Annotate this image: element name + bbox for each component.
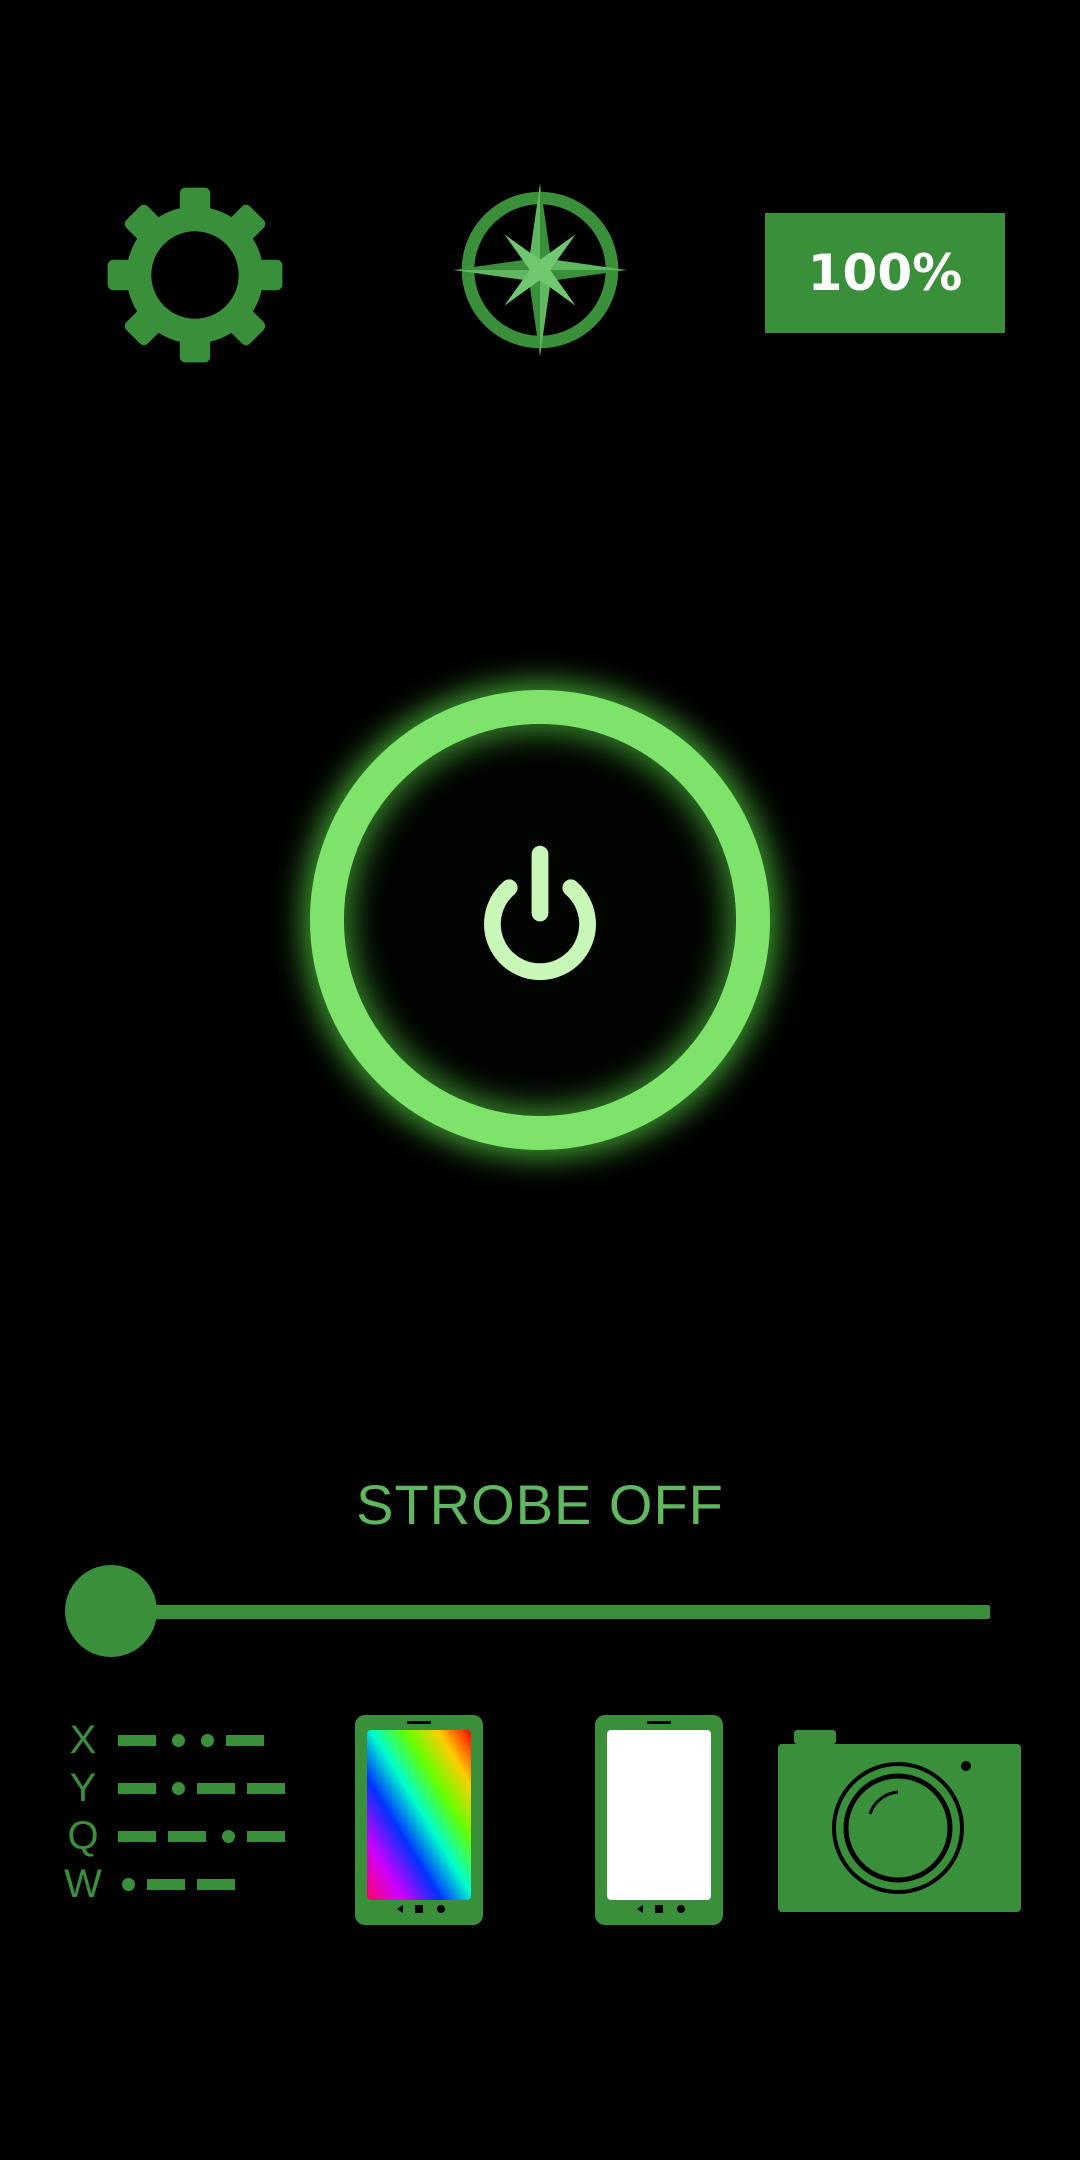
camera-button[interactable]	[778, 1730, 1021, 1912]
slider-track	[105, 1605, 990, 1619]
morse-dash	[118, 1782, 156, 1794]
white-screen-icon	[595, 1715, 723, 1925]
morse-dot	[122, 1877, 135, 1891]
morse-dot	[201, 1733, 214, 1747]
morse-letter: X	[69, 1717, 97, 1762]
morse-letter: Q	[67, 1813, 99, 1858]
morse-row: W	[60, 1861, 235, 1906]
morse-code-button[interactable]: XYQW	[60, 1717, 305, 1915]
white-screen-button[interactable]	[595, 1715, 723, 1925]
morse-dash	[118, 1830, 156, 1842]
compass-button[interactable]	[450, 180, 630, 360]
morse-letter: W	[64, 1861, 102, 1906]
slider-thumb[interactable]	[65, 1565, 157, 1657]
morse-dash	[226, 1734, 264, 1746]
morse-dot	[222, 1829, 235, 1843]
power-button-container	[270, 650, 810, 1190]
morse-dash	[168, 1830, 206, 1842]
compass-icon	[453, 183, 627, 357]
battery-level-label: 100%	[807, 244, 963, 302]
gear-icon	[107, 187, 283, 363]
morse-dash	[118, 1734, 156, 1746]
morse-dash	[247, 1782, 285, 1794]
morse-row: Q	[60, 1813, 285, 1858]
morse-dot	[172, 1733, 185, 1747]
morse-row: Y	[60, 1765, 285, 1810]
morse-dash	[247, 1830, 285, 1842]
camera-icon	[778, 1730, 1021, 1912]
morse-dot	[172, 1781, 185, 1795]
strobe-slider[interactable]	[65, 1565, 1000, 1657]
power-icon	[484, 845, 596, 981]
battery-level-badge: 100%	[765, 213, 1005, 333]
power-button[interactable]	[310, 690, 770, 1150]
morse-row: X	[60, 1717, 264, 1762]
settings-button[interactable]	[100, 180, 290, 370]
morse-letter: Y	[69, 1765, 97, 1810]
color-screen-icon	[355, 1715, 483, 1925]
color-screen-button[interactable]	[355, 1715, 483, 1925]
strobe-status-label: STROBE OFF	[356, 1473, 724, 1536]
morse-dash	[197, 1878, 235, 1890]
morse-dash	[147, 1878, 185, 1890]
morse-dash	[197, 1782, 235, 1794]
